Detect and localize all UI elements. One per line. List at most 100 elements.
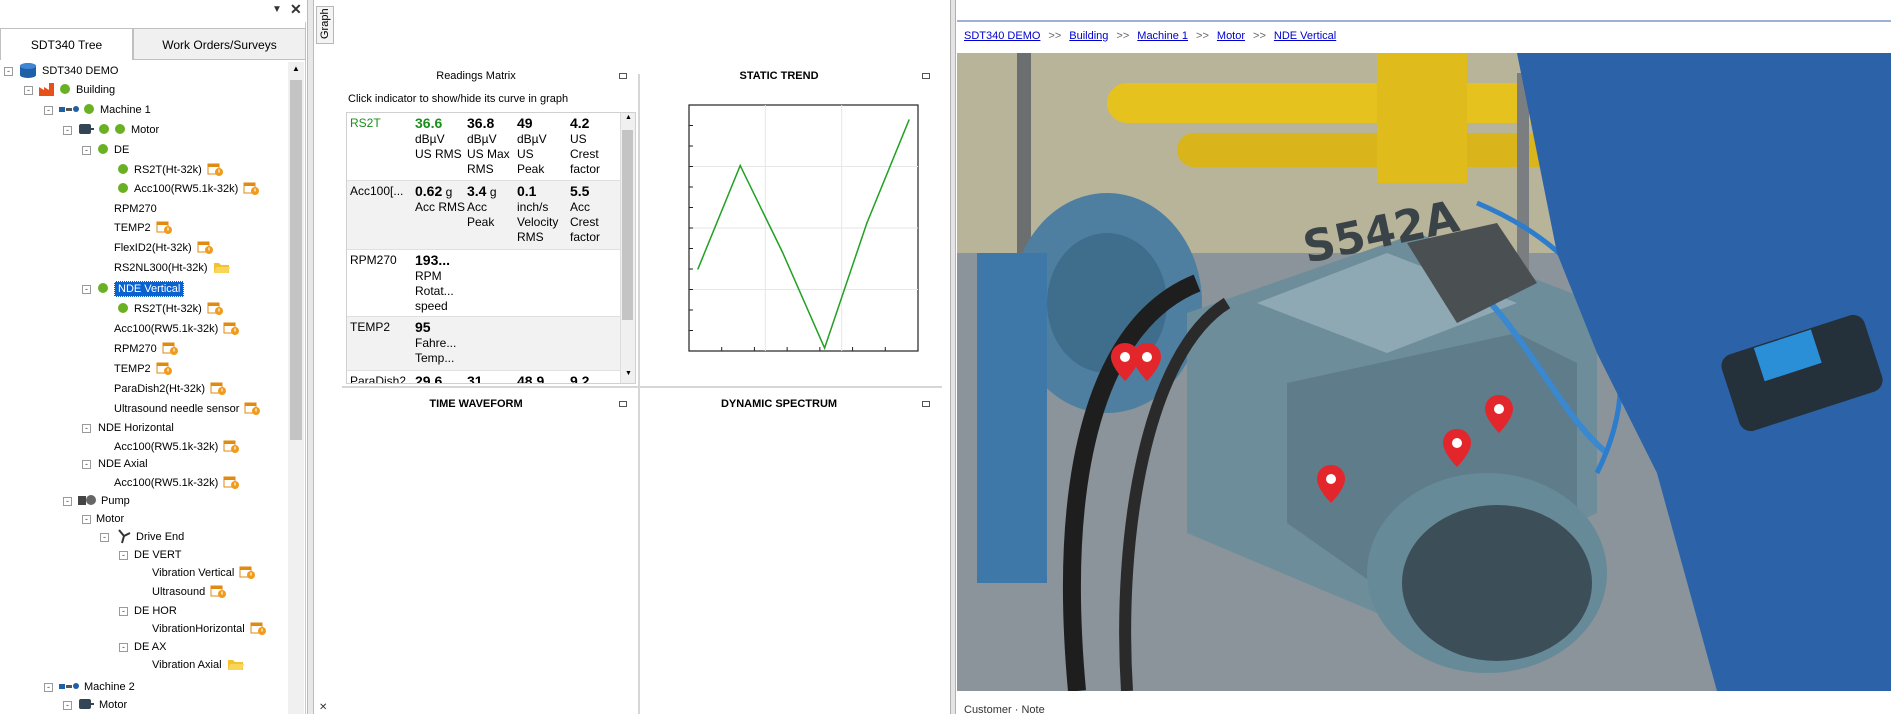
collapse-toggle[interactable]: - [63,701,72,710]
matrix-cell[interactable]: 0.62 g Acc RMS [415,183,467,215]
tree-node-measurement[interactable]: RS2T(Ht-32k) [118,161,223,179]
tree-node-measurement[interactable]: TEMP2 [114,360,172,378]
tree-node-measurement[interactable]: Vibration Vertical [152,564,256,582]
tree-node-measurement[interactable]: RPM270 [114,200,157,218]
collapse-toggle[interactable]: - [119,607,128,616]
scroll-up-icon[interactable]: ▲ [292,64,300,73]
tree-node-de-vert[interactable]: DE VERT [134,546,181,564]
matrix-row[interactable]: RPM270 193... RPM Rotat... speed [347,250,620,317]
matrix-scroll-thumb[interactable] [622,130,633,320]
tree-node-de-ax[interactable]: DE AX [134,638,166,656]
tree-node-building[interactable]: Building [38,81,115,99]
tab-sdt340-tree[interactable]: SDT340 Tree [0,28,133,60]
folder-icon [227,659,244,670]
dropdown-icon[interactable]: ▼ [272,4,282,15]
tree-node-measurement[interactable]: Acc100(RW5.1k-32k) [114,438,240,456]
tree-node-measurement[interactable]: Ultrasound [152,583,227,601]
tree-node-machine-1[interactable]: Machine 1 [58,101,151,119]
tree-node-measurement[interactable]: VibrationHorizontal [152,620,266,638]
tree-node-nde-axial[interactable]: NDE Axial [98,455,148,473]
collapse-toggle[interactable]: - [82,285,91,294]
collapse-toggle[interactable]: - [119,551,128,560]
tree-node-root[interactable]: SDT340 DEMO [18,62,118,80]
matrix-cell[interactable]: 49 dBµV US Peak [517,115,563,177]
tree-node-measurement[interactable]: RS2T(Ht-32k) [118,300,223,318]
tree-node-drive-end[interactable]: Drive End [116,528,184,546]
collapse-toggle[interactable]: - [44,683,53,692]
splitter[interactable] [307,0,314,714]
collapse-toggle[interactable]: - [63,497,72,506]
tree-node-machine-2[interactable]: Machine 2 [58,678,135,696]
close-icon[interactable]: ✕ [319,702,327,713]
breadcrumb-link[interactable]: Building [1069,30,1108,42]
minimize-icon[interactable] [619,401,627,407]
matrix-cell[interactable]: 5.5 Acc Crest factor [570,183,618,245]
tree-node-measurement[interactable]: Vibration Axial [152,656,244,674]
matrix-cell[interactable]: 29.6 [415,373,442,383]
breadcrumb-link[interactable]: NDE Vertical [1274,30,1336,42]
collapse-toggle[interactable]: - [44,106,53,115]
collapse-toggle[interactable]: - [100,533,109,542]
close-icon[interactable]: ✕ [290,1,302,18]
collapse-toggle[interactable]: - [82,460,91,469]
tree-node-nde-vertical[interactable]: NDE Vertical [98,280,185,298]
matrix-unit: dBµV [517,132,547,146]
tab-graph[interactable]: Graph [316,6,334,44]
matrix-row[interactable]: Acc100[... 0.62 g Acc RMS 3.4 g Acc Peak 0… [347,181,620,250]
collapse-toggle[interactable]: - [82,146,91,155]
pane-divider[interactable] [342,386,942,388]
tree-node-de-hor[interactable]: DE HOR [134,602,177,620]
calendar-alert-icon [210,585,227,599]
calendar-alert-icon [250,622,266,636]
collapse-toggle[interactable]: - [119,643,128,652]
breadcrumb-link[interactable]: Motor [1217,30,1245,42]
splitter[interactable] [950,0,956,714]
matrix-cell[interactable]: 95 Fahre... Temp... [415,319,465,366]
minimize-icon[interactable] [619,73,627,79]
tree-node-nde-horizontal[interactable]: NDE Horizontal [98,419,174,437]
tree-node-measurement[interactable]: Acc100(RW5.1k-32k) [114,474,240,492]
tree-node-measurement[interactable]: RS2NL300(Ht-32k) [114,259,230,277]
matrix-cell[interactable]: 193... RPM Rotat... speed [415,252,465,314]
tree-node-motor[interactable]: Motor [77,696,127,714]
matrix-cell[interactable]: 36.8 dBµV US Max RMS [467,115,521,177]
tree-node-measurement[interactable]: FlexID2(Ht-32k) [114,239,213,257]
matrix-cell[interactable]: 9.2 [570,373,589,383]
tree-scroll-thumb[interactable] [290,80,302,440]
tab-work-orders[interactable]: Work Orders/Surveys [133,28,306,60]
tree-node-measurement[interactable]: Ultrasound needle sensor [114,400,261,418]
breadcrumb-separator: >> [1196,30,1209,42]
matrix-cell[interactable]: 31 [467,373,483,383]
minimize-icon[interactable] [922,401,930,407]
tree-node-motor[interactable]: Motor [96,510,124,528]
minimize-icon[interactable] [922,73,930,79]
breadcrumb-link[interactable]: Machine 1 [1137,30,1188,42]
matrix-cell[interactable]: 4.2 US Crest factor [570,115,618,177]
tree-node-measurement[interactable]: Acc100(RW5.1k-32k) [118,180,260,198]
breadcrumb-link[interactable]: SDT340 DEMO [964,30,1040,42]
tree-node-measurement[interactable]: RPM270 [114,340,178,358]
tree-node-measurement[interactable]: Acc100(RW5.1k-32k) [114,320,240,338]
matrix-cell[interactable]: 0.1 inch/s Velocity RMS [517,183,569,245]
tree-node-pump[interactable]: Pump [77,492,130,510]
pane-divider[interactable] [638,74,640,714]
collapse-toggle[interactable]: - [24,86,33,95]
collapse-toggle[interactable]: - [4,67,13,76]
tree-node-measurement[interactable]: TEMP2 [114,219,172,237]
tree-node-de[interactable]: DE [98,141,129,159]
matrix-cell[interactable]: 48.9 [517,373,544,383]
matrix-desc: US RMS [415,147,462,161]
tree-label: Vibration Axial [152,659,222,671]
tree-node-measurement[interactable]: ParaDish2(Ht-32k) [114,380,227,398]
matrix-cell[interactable]: 36.6 dBµV US RMS [415,115,465,162]
collapse-toggle[interactable]: - [63,126,72,135]
tree-node-motor[interactable]: Motor [77,121,159,139]
matrix-row[interactable]: RS2T 36.6 dBµV US RMS 36.8 dBµV US Max RMS 4… [347,113,620,181]
matrix-row[interactable]: ParaDish2 29.6 31 48.9 9.2 [347,371,620,383]
scroll-up-icon[interactable]: ▲ [625,114,632,121]
collapse-toggle[interactable]: - [82,515,91,524]
collapse-toggle[interactable]: - [82,424,91,433]
scroll-down-icon[interactable]: ▼ [625,370,632,377]
matrix-row[interactable]: TEMP2 95 Fahre... Temp... [347,317,620,371]
matrix-cell[interactable]: 3.4 g Acc Peak [467,183,517,230]
